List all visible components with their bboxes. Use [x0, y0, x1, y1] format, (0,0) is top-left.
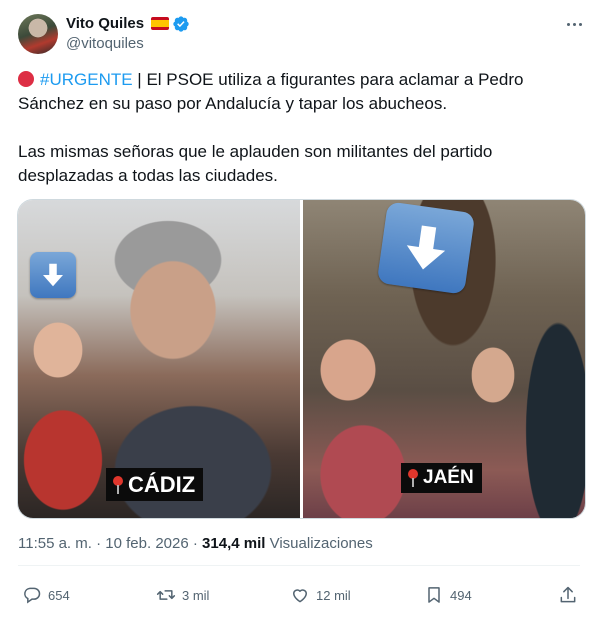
handle[interactable]: @vitoquiles: [66, 35, 144, 53]
media-grid: CÁDIZ JAÉN: [17, 199, 586, 519]
tweet: Vito Quiles @vitoquiles #URGENTE | El PS…: [0, 0, 598, 618]
spain-flag-icon: [151, 17, 169, 30]
share-button[interactable]: [558, 583, 578, 607]
verified-badge-icon: [173, 16, 189, 32]
city-label-jaen: JAÉN: [401, 463, 482, 493]
down-arrow-icon: [376, 201, 476, 295]
heart-icon: [293, 589, 307, 603]
photo-jaen[interactable]: JAÉN: [303, 200, 585, 518]
share-icon: [560, 586, 576, 603]
repost-icon: [156, 590, 176, 600]
bookmark-count: 494: [450, 587, 472, 603]
city-name-jaen: JAÉN: [423, 467, 474, 488]
display-name[interactable]: Vito Quiles: [66, 14, 144, 34]
red-circle-emoji-icon: [18, 71, 34, 87]
bookmark-button[interactable]: 494: [424, 583, 472, 607]
bookmark-icon: [428, 587, 440, 603]
more-options-icon[interactable]: [562, 14, 586, 34]
avatar[interactable]: [18, 14, 58, 54]
post-meta: 11:55 a. m. · 10 feb. 2026 · 314,4 mil V…: [18, 535, 373, 552]
repost-button[interactable]: 3 mil: [156, 583, 209, 607]
city-label-cadiz: CÁDIZ: [106, 468, 204, 501]
city-name-cadiz: CÁDIZ: [128, 471, 196, 497]
like-count: 12 mil: [316, 587, 351, 603]
views-count: 314,4 mil: [202, 535, 266, 552]
post-text: #URGENTE | El PSOE utiliza a figurantes …: [18, 68, 578, 188]
views-label: Visualizaciones: [265, 535, 373, 552]
pin-icon: [407, 469, 419, 487]
pin-icon: [112, 475, 124, 494]
divider: [18, 565, 580, 566]
post-line2: Las mismas señoras que le aplauden son m…: [18, 142, 493, 185]
post-time[interactable]: 11:55 a. m.: [18, 535, 92, 552]
repost-count: 3 mil: [182, 587, 210, 603]
down-arrow-icon: [30, 252, 76, 298]
photo-cadiz[interactable]: CÁDIZ: [18, 200, 300, 518]
reply-count: 654: [48, 587, 70, 603]
post-date[interactable]: 10 feb. 2026: [105, 535, 188, 552]
reply-icon: [24, 587, 41, 604]
reply-button[interactable]: 654: [22, 583, 70, 607]
like-button[interactable]: 12 mil: [290, 583, 351, 607]
hashtag-link[interactable]: #URGENTE: [40, 70, 133, 89]
